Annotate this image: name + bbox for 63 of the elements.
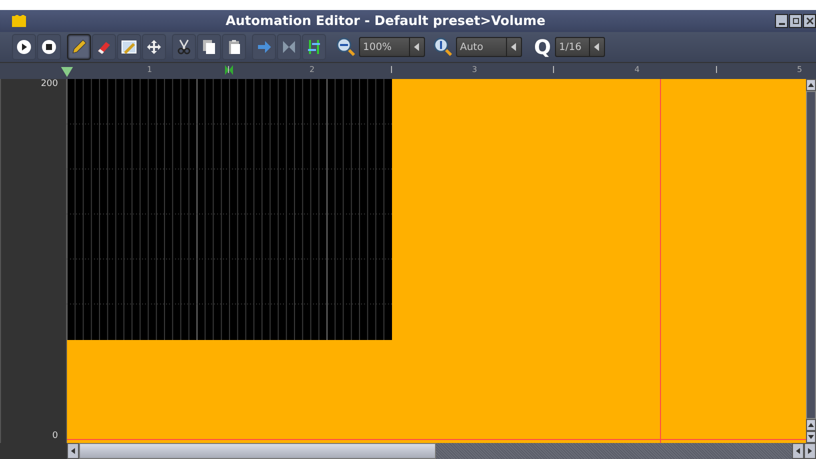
play-button[interactable] (12, 34, 36, 60)
paste-icon (226, 39, 242, 55)
copy-icon (201, 39, 217, 55)
cut-button[interactable] (172, 34, 196, 60)
pencil-icon (71, 39, 87, 55)
pencil-button[interactable] (67, 34, 91, 60)
zoom-vertical-icon (433, 37, 453, 57)
folder-icon (12, 15, 26, 27)
eraser-icon (96, 39, 112, 55)
scroll-down-button[interactable] (806, 431, 816, 443)
maximize-button[interactable] (789, 14, 802, 28)
zoom-y-combo[interactable]: Auto (456, 37, 522, 57)
select-button[interactable] (117, 34, 141, 60)
arrow-right-icon (256, 39, 272, 55)
zoom-horizontal-icon (336, 37, 356, 57)
scroll-up-button[interactable] (806, 419, 816, 431)
window-title: Automation Editor - Default preset>Volume (224, 14, 546, 28)
pencil-frame-icon (121, 39, 137, 55)
axis-min-label: 0 (52, 431, 58, 441)
triangle-up-icon (808, 83, 814, 87)
play-icon (16, 39, 32, 55)
bar-number: 4 (634, 65, 640, 74)
close-button[interactable] (803, 14, 816, 28)
bar-number: 3 (472, 65, 478, 74)
scroll-left-button[interactable] (792, 443, 804, 459)
bar-number: 1 (147, 65, 152, 74)
stop-icon (41, 39, 57, 55)
scroll-left-button[interactable] (67, 443, 79, 459)
triangle-left-icon (796, 448, 800, 454)
copy-button[interactable] (197, 34, 221, 60)
triangle-right-icon (808, 448, 812, 454)
triangle-left-icon (414, 43, 420, 51)
bowtie-icon (281, 39, 297, 55)
stop-button[interactable] (37, 34, 61, 60)
eraser-button[interactable] (92, 34, 116, 60)
loop-marker[interactable] (225, 65, 233, 75)
paste-button[interactable] (222, 34, 246, 60)
bar-number: 2 (310, 65, 315, 74)
bar-number: 5 (797, 65, 802, 74)
linear-button[interactable] (277, 34, 301, 60)
quantize-label: Q (534, 35, 552, 59)
bars-arrows-icon (306, 39, 322, 55)
minimize-button[interactable] (775, 14, 788, 28)
move-icon (146, 39, 162, 55)
cubic-button[interactable] (302, 34, 326, 60)
triangle-up-icon (808, 423, 814, 427)
move-button[interactable] (142, 34, 166, 60)
axis-max-label: 200 (40, 79, 58, 89)
triangle-left-icon (594, 43, 600, 51)
vertical-scrollbar[interactable] (806, 79, 816, 443)
quantize-combo[interactable]: 1/16 (555, 37, 606, 57)
scroll-right-button[interactable] (804, 443, 816, 459)
scroll-up-button[interactable] (806, 79, 816, 91)
close-icon (806, 17, 814, 25)
discrete-button[interactable] (252, 34, 276, 60)
cut-icon (176, 39, 192, 55)
triangle-left-icon (511, 43, 517, 51)
maximize-icon (792, 17, 800, 25)
zoom-x-combo[interactable]: 100% (359, 37, 425, 57)
triangle-left-icon (71, 448, 75, 454)
playhead-marker[interactable] (61, 67, 73, 77)
triangle-down-icon (808, 435, 814, 439)
horizontal-scrollbar[interactable] (67, 443, 816, 459)
